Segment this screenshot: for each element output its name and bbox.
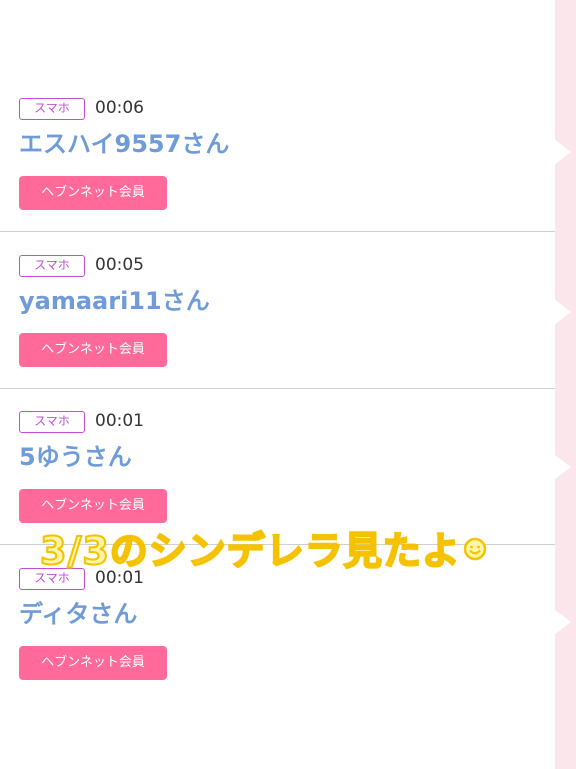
device-badge: スマホ (19, 411, 85, 433)
visitor-list: スマホ 00:06 エスハイ9557さん ヘブンネット会員 スマホ 00:05 … (0, 0, 555, 769)
strip-notch (555, 610, 571, 634)
member-badge: ヘブンネット会員 (19, 333, 167, 367)
visitor-name-link[interactable]: yamaari11さん (19, 285, 210, 317)
visit-time: 00:01 (95, 411, 144, 431)
visitor-name-link[interactable]: 5ゆうさん (19, 441, 132, 473)
visitor-name-link[interactable]: ディタさん (19, 598, 137, 630)
member-badge: ヘブンネット会員 (19, 489, 167, 523)
smiley-icon (463, 526, 487, 561)
device-badge: スマホ (19, 98, 85, 120)
visitor-entry[interactable]: スマホ 00:05 yamaari11さん ヘブンネット会員 (0, 255, 555, 411)
device-badge: スマホ (19, 255, 85, 277)
overlay-caption: 3/3のシンデレラ見たよ (39, 520, 487, 575)
overlay-caption-text: 3/3のシンデレラ見たよ (39, 528, 461, 574)
divider (0, 231, 555, 232)
divider (0, 388, 555, 389)
side-decoration-strip (555, 0, 576, 769)
visitor-name-link[interactable]: エスハイ9557さん (19, 128, 229, 160)
member-badge: ヘブンネット会員 (19, 176, 167, 210)
member-badge: ヘブンネット会員 (19, 646, 167, 680)
visitor-entry[interactable]: スマホ 00:01 ディタさん ヘブンネット会員 (0, 568, 555, 724)
visitor-entry[interactable]: スマホ 00:06 エスハイ9557さん ヘブンネット会員 (0, 98, 555, 254)
strip-notch (555, 300, 571, 324)
strip-notch (555, 140, 571, 164)
visit-time: 00:06 (95, 98, 144, 118)
visit-time: 00:05 (95, 255, 144, 275)
strip-notch (555, 455, 571, 479)
